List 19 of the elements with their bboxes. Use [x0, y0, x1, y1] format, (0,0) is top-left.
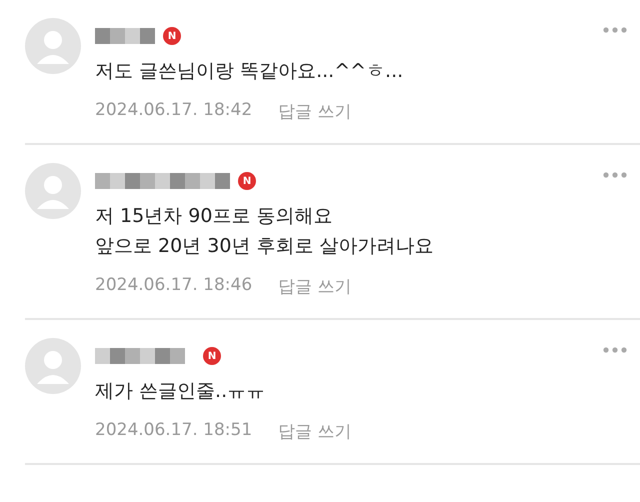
more-icon[interactable]: [602, 346, 628, 354]
new-badge: N: [203, 347, 221, 365]
more-icon[interactable]: [602, 26, 628, 34]
comment-text: 저도 글쓴님이랑 똑같아요...^^ㅎ...: [95, 59, 404, 84]
reply-link[interactable]: 답글 쓰기: [278, 420, 352, 443]
comment-date: 2024.06.17. 18:51: [95, 420, 252, 442]
new-badge: N: [238, 172, 256, 190]
reply-link[interactable]: 답글 쓰기: [278, 100, 352, 123]
avatar-icon: [25, 163, 81, 219]
avatar-icon: [25, 18, 81, 74]
more-icon[interactable]: [602, 171, 628, 179]
comment-date: 2024.06.17. 18:46: [95, 275, 252, 297]
reply-link[interactable]: 답글 쓰기: [278, 275, 352, 298]
new-badge: N: [163, 27, 181, 45]
avatar-icon: [25, 338, 81, 394]
comment-date: 2024.06.17. 18:42: [95, 100, 252, 122]
blurred-name: [95, 25, 155, 47]
comment-text: 제가 쓴글인줄..ㅠㅠ: [95, 379, 266, 404]
comment-text: 저 15년차 90프로 동의해요 앞으로 20년 30년 후회로 살아가려나요: [95, 204, 434, 259]
